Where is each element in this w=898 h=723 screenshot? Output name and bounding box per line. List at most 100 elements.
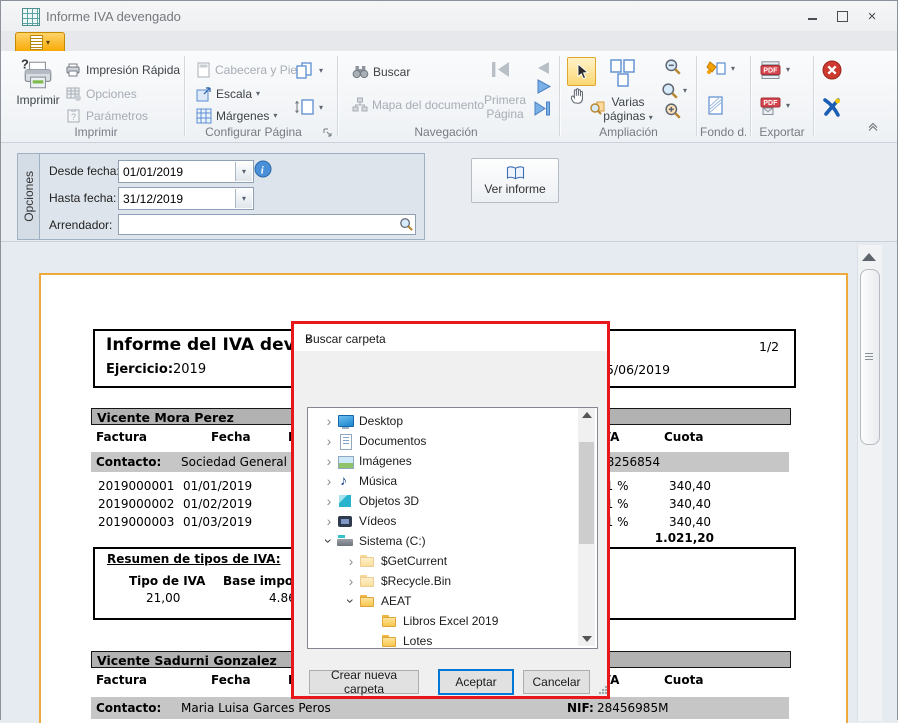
- folder-icon: [381, 614, 398, 629]
- multiple-pages-icon[interactable]: [608, 57, 638, 87]
- app-menu-button[interactable]: ▾: [15, 32, 65, 53]
- ver-informe-button[interactable]: Ver informe: [471, 158, 559, 203]
- print-button-label: Imprimir: [16, 93, 59, 107]
- document-map-button[interactable]: Mapa del documento: [352, 97, 484, 113]
- previous-page-icon[interactable]: [536, 61, 551, 75]
- group-separator: [813, 56, 815, 136]
- dropdown-arrow-icon: ▾: [256, 90, 260, 98]
- send-pdf-button[interactable]: PDF ▾: [760, 97, 790, 115]
- pages-copy-icon: [295, 61, 315, 80]
- dialog-resize-grip[interactable]: [598, 685, 608, 695]
- dropdown-arrow-icon: ▾: [273, 112, 277, 120]
- maximize-button[interactable]: [829, 6, 855, 26]
- multiple-pages-label[interactable]: Varias páginas ▾: [602, 95, 654, 124]
- dropdown-arrow-icon[interactable]: ▾: [235, 162, 252, 181]
- drive-icon: [337, 534, 354, 549]
- tree-item-videos[interactable]: › Vídeos: [307, 511, 589, 531]
- group-label-ampliacion: Ampliación: [571, 125, 686, 139]
- next-page-icon[interactable]: [536, 79, 552, 94]
- chevron-right-icon[interactable]: ›: [321, 434, 337, 448]
- tree-item-imagenes[interactable]: › Imágenes: [307, 451, 589, 471]
- col-cuota: Cuota: [664, 430, 703, 444]
- resumen-col-tipo: Tipo de IVA: [129, 574, 205, 588]
- dialog-launcher-icon[interactable]: [323, 128, 332, 137]
- watermark-page-icon[interactable]: [707, 96, 724, 115]
- group-label-imprimir: Imprimir: [41, 125, 151, 139]
- last-page-icon[interactable]: [533, 101, 551, 116]
- margins-button[interactable]: Márgenes ▾: [196, 108, 277, 124]
- book-icon: [506, 166, 525, 180]
- collapse-ribbon-icon[interactable]: [867, 123, 879, 132]
- watermark-color-button[interactable]: ▾: [706, 59, 735, 79]
- options-tab[interactable]: Opciones: [17, 153, 40, 240]
- ejercicio-value: 2019: [173, 362, 206, 377]
- cancel-button[interactable]: Cancelar: [523, 670, 590, 694]
- tree-item-recyclebin[interactable]: › $Recycle.Bin: [307, 571, 611, 591]
- info-icon[interactable]: i: [254, 160, 272, 178]
- zoom-out-icon[interactable]: [664, 58, 682, 76]
- chevron-right-icon[interactable]: ›: [343, 574, 359, 588]
- chevron-right-icon[interactable]: ›: [343, 554, 359, 568]
- minimize-button[interactable]: [799, 5, 825, 25]
- options-grid-icon: [66, 86, 82, 102]
- print-button[interactable]: ? Imprimir: [13, 57, 63, 107]
- desde-fecha-combo[interactable]: 01/01/2019 ▾: [118, 160, 254, 183]
- tree-item-musica[interactable]: › Música: [307, 471, 589, 491]
- dialog-close-icon[interactable]: ×: [305, 332, 597, 346]
- scroll-up-icon[interactable]: [862, 253, 876, 261]
- resumen-tipo-value: 21,00: [146, 591, 180, 605]
- chevron-right-icon[interactable]: ›: [321, 454, 337, 468]
- tree-item-desktop[interactable]: › Desktop: [307, 411, 589, 431]
- page-copies-button[interactable]: ▾: [295, 61, 323, 80]
- tree-item-documentos[interactable]: › Documentos: [307, 431, 589, 451]
- chevron-right-icon[interactable]: ›: [321, 514, 337, 528]
- close-preview-icon[interactable]: [822, 60, 842, 80]
- scroll-down-icon[interactable]: [582, 636, 592, 642]
- hasta-fecha-combo[interactable]: 31/12/2019 ▾: [118, 187, 254, 210]
- resumen-title: Resumen de tipos de IVA:: [107, 552, 281, 566]
- group-separator: [184, 56, 186, 136]
- group-label-navegacion: Navegación: [391, 125, 501, 139]
- chevron-right-icon[interactable]: ›: [321, 414, 337, 428]
- new-folder-button[interactable]: Crear nueva carpeta: [309, 670, 419, 694]
- tree-item-getcurrent[interactable]: › $GetCurrent: [307, 551, 611, 571]
- ejercicio-label: Ejercicio:: [106, 362, 173, 377]
- scrollbar-grip-icon: [865, 353, 873, 361]
- group-label-configurar-pagina: Configurar Página: [196, 125, 311, 139]
- export-pdf-button[interactable]: PDF ▾: [760, 61, 790, 79]
- arrendador-input[interactable]: [118, 214, 416, 235]
- chevron-down-icon[interactable]: ›: [322, 533, 336, 549]
- header-footer-button[interactable]: Cabecera y Pie: [196, 62, 297, 78]
- accept-button[interactable]: Aceptar: [438, 669, 514, 695]
- print-options-button[interactable]: Opciones: [66, 86, 137, 102]
- chevron-down-icon[interactable]: ›: [344, 593, 358, 609]
- pointer-tool-button[interactable]: [567, 57, 596, 86]
- chevron-right-icon[interactable]: ›: [321, 474, 337, 488]
- tree-item-aeat[interactable]: › AEAT: [307, 591, 611, 611]
- page-orientation-button[interactable]: ▾: [295, 98, 323, 117]
- scroll-up-icon[interactable]: [582, 412, 592, 418]
- dropdown-arrow-icon: ▾: [786, 102, 790, 110]
- quick-print-button[interactable]: Impresión Rápida: [66, 62, 180, 78]
- tree-scrollbar-thumb[interactable]: [579, 442, 594, 544]
- scale-button[interactable]: Escala ▾: [196, 86, 260, 102]
- zoom-level-button[interactable]: ▾: [661, 82, 687, 100]
- print-parameters-button[interactable]: ? Parámetros: [66, 108, 148, 124]
- calculator-app-icon: [22, 8, 40, 26]
- dropdown-arrow-icon[interactable]: ▾: [235, 189, 252, 208]
- magnifier-icon: [661, 82, 679, 100]
- tree-scrollbar[interactable]: [578, 408, 595, 646]
- search-button[interactable]: Buscar: [352, 64, 410, 79]
- tree-item-sistema-c[interactable]: › Sistema (C:): [307, 531, 589, 551]
- pictures-icon: [337, 454, 354, 469]
- search-icon[interactable]: [399, 217, 414, 232]
- tree-item-objetos3d[interactable]: › Objetos 3D: [307, 491, 589, 511]
- hand-tool-icon[interactable]: [568, 87, 587, 105]
- desde-fecha-label: Desde fecha:: [49, 164, 120, 178]
- page-indicator: 1/2: [759, 339, 779, 354]
- zoom-in-icon[interactable]: [664, 102, 682, 120]
- chevron-right-icon[interactable]: ›: [321, 494, 337, 508]
- close-button[interactable]: ×: [859, 6, 885, 26]
- aeat-logo-icon[interactable]: [822, 97, 842, 117]
- first-page-icon[interactable]: [490, 60, 511, 79]
